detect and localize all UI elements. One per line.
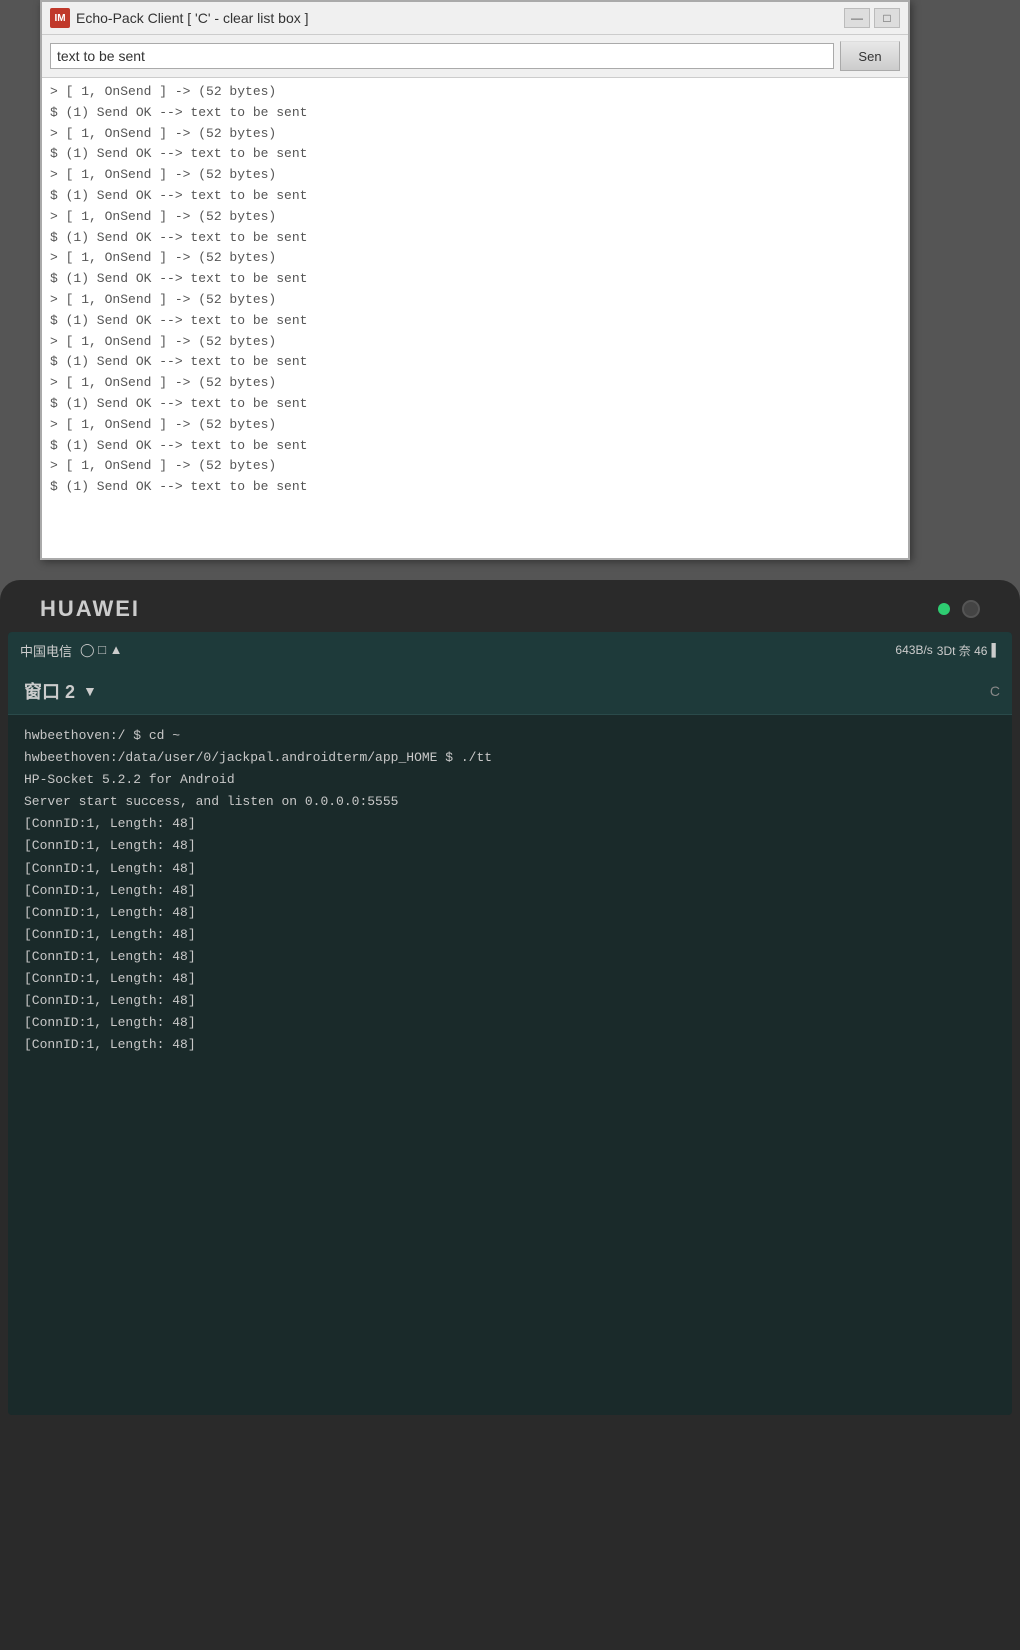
terminal-line: [ConnID:1, Length: 48] [24, 1012, 996, 1034]
list-item: > [ 1, OnSend ] -> (52 bytes) [50, 82, 900, 103]
statusbar-left: 中国电信 ◯ □ ▲ [20, 641, 123, 660]
terminal-line: [ConnID:1, Length: 48] [24, 990, 996, 1012]
terminal-line: [ConnID:1, Length: 48] [24, 880, 996, 902]
send-button[interactable]: Sen [840, 41, 900, 71]
terminal-line: [ConnID:1, Length: 48] [24, 1034, 996, 1056]
list-item: $ (1) Send OK --> text to be sent [50, 103, 900, 124]
window-controls: — □ [844, 8, 900, 28]
terminal-line: [ConnID:1, Length: 48] [24, 835, 996, 857]
list-item: $ (1) Send OK --> text to be sent [50, 186, 900, 207]
tablet-top: HUAWEI [0, 580, 1020, 632]
terminal-content: hwbeethoven:/ $ cd ~hwbeethoven:/data/us… [8, 715, 1012, 1415]
window-label: 窗口 2 [24, 678, 75, 704]
tablet-device: HUAWEI 中国电信 ◯ □ ▲ 643B/s 3Dt 奈 46 ▌ 窗口 2… [0, 580, 1020, 1650]
battery-icon: ▌ [991, 643, 1000, 657]
terminal-line: [ConnID:1, Length: 48] [24, 946, 996, 968]
list-item: > [ 1, OnSend ] -> (52 bytes) [50, 373, 900, 394]
camera-lens [962, 600, 980, 618]
log-listbox[interactable]: > [ 1, OnSend ] -> (52 bytes)$ (1) Send … [42, 78, 908, 558]
network-speed: 643B/s [895, 643, 932, 657]
terminal-line: hwbeethoven:/data/user/0/jackpal.android… [24, 747, 996, 769]
terminal-line: [ConnID:1, Length: 48] [24, 813, 996, 835]
list-item: $ (1) Send OK --> text to be sent [50, 394, 900, 415]
windows-app: IM Echo-Pack Client [ 'C' - clear list b… [40, 0, 910, 560]
list-item: $ (1) Send OK --> text to be sent [50, 144, 900, 165]
terminal-line: [ConnID:1, Length: 48] [24, 902, 996, 924]
list-item: > [ 1, OnSend ] -> (52 bytes) [50, 290, 900, 311]
tablet-screen: 中国电信 ◯ □ ▲ 643B/s 3Dt 奈 46 ▌ 窗口 2 ▼ C hw… [8, 632, 1012, 1415]
list-item: > [ 1, OnSend ] -> (52 bytes) [50, 456, 900, 477]
statusbar-right: 643B/s 3Dt 奈 46 ▌ [895, 642, 1000, 659]
list-item: $ (1) Send OK --> text to be sent [50, 228, 900, 249]
window-title: Echo-Pack Client [ 'C' - clear list box … [76, 10, 309, 26]
list-item: $ (1) Send OK --> text to be sent [50, 269, 900, 290]
terminal-line: [ConnID:1, Length: 48] [24, 858, 996, 880]
list-item: $ (1) Send OK --> text to be sent [50, 311, 900, 332]
corner-label: C [990, 683, 1000, 699]
list-item: > [ 1, OnSend ] -> (52 bytes) [50, 207, 900, 228]
input-area: Sen [42, 35, 908, 78]
terminal-line: hwbeethoven:/ $ cd ~ [24, 725, 996, 747]
carrier-label: 中国电信 [20, 641, 72, 660]
maximize-button[interactable]: □ [874, 8, 900, 28]
list-item: $ (1) Send OK --> text to be sent [50, 436, 900, 457]
titlebar: IM Echo-Pack Client [ 'C' - clear list b… [42, 2, 908, 35]
list-item: $ (1) Send OK --> text to be sent [50, 477, 900, 498]
terminal-line: [ConnID:1, Length: 48] [24, 924, 996, 946]
signal-icons: 3Dt 奈 46 [937, 642, 988, 659]
list-item: > [ 1, OnSend ] -> (52 bytes) [50, 124, 900, 145]
list-item: > [ 1, OnSend ] -> (52 bytes) [50, 248, 900, 269]
green-indicator [938, 603, 950, 615]
terminal-line: HP-Socket 5.2.2 for Android [24, 769, 996, 791]
title-left: IM Echo-Pack Client [ 'C' - clear list b… [50, 8, 309, 28]
terminal-line: [ConnID:1, Length: 48] [24, 968, 996, 990]
brand-label: HUAWEI [40, 596, 140, 622]
terminal-line: Server start success, and listen on 0.0.… [24, 791, 996, 813]
message-input[interactable] [50, 43, 834, 69]
android-statusbar: 中国电信 ◯ □ ▲ 643B/s 3Dt 奈 46 ▌ [8, 632, 1012, 668]
list-item: > [ 1, OnSend ] -> (52 bytes) [50, 165, 900, 186]
terminal-header: 窗口 2 ▼ C [8, 668, 1012, 715]
list-item: $ (1) Send OK --> text to be sent [50, 352, 900, 373]
list-item: > [ 1, OnSend ] -> (52 bytes) [50, 415, 900, 436]
statusbar-icons: ◯ □ ▲ [80, 642, 123, 658]
list-item: > [ 1, OnSend ] -> (52 bytes) [50, 332, 900, 353]
dropdown-icon[interactable]: ▼ [83, 683, 97, 699]
tablet-indicators [938, 600, 980, 618]
app-icon: IM [50, 8, 70, 28]
minimize-button[interactable]: — [844, 8, 870, 28]
